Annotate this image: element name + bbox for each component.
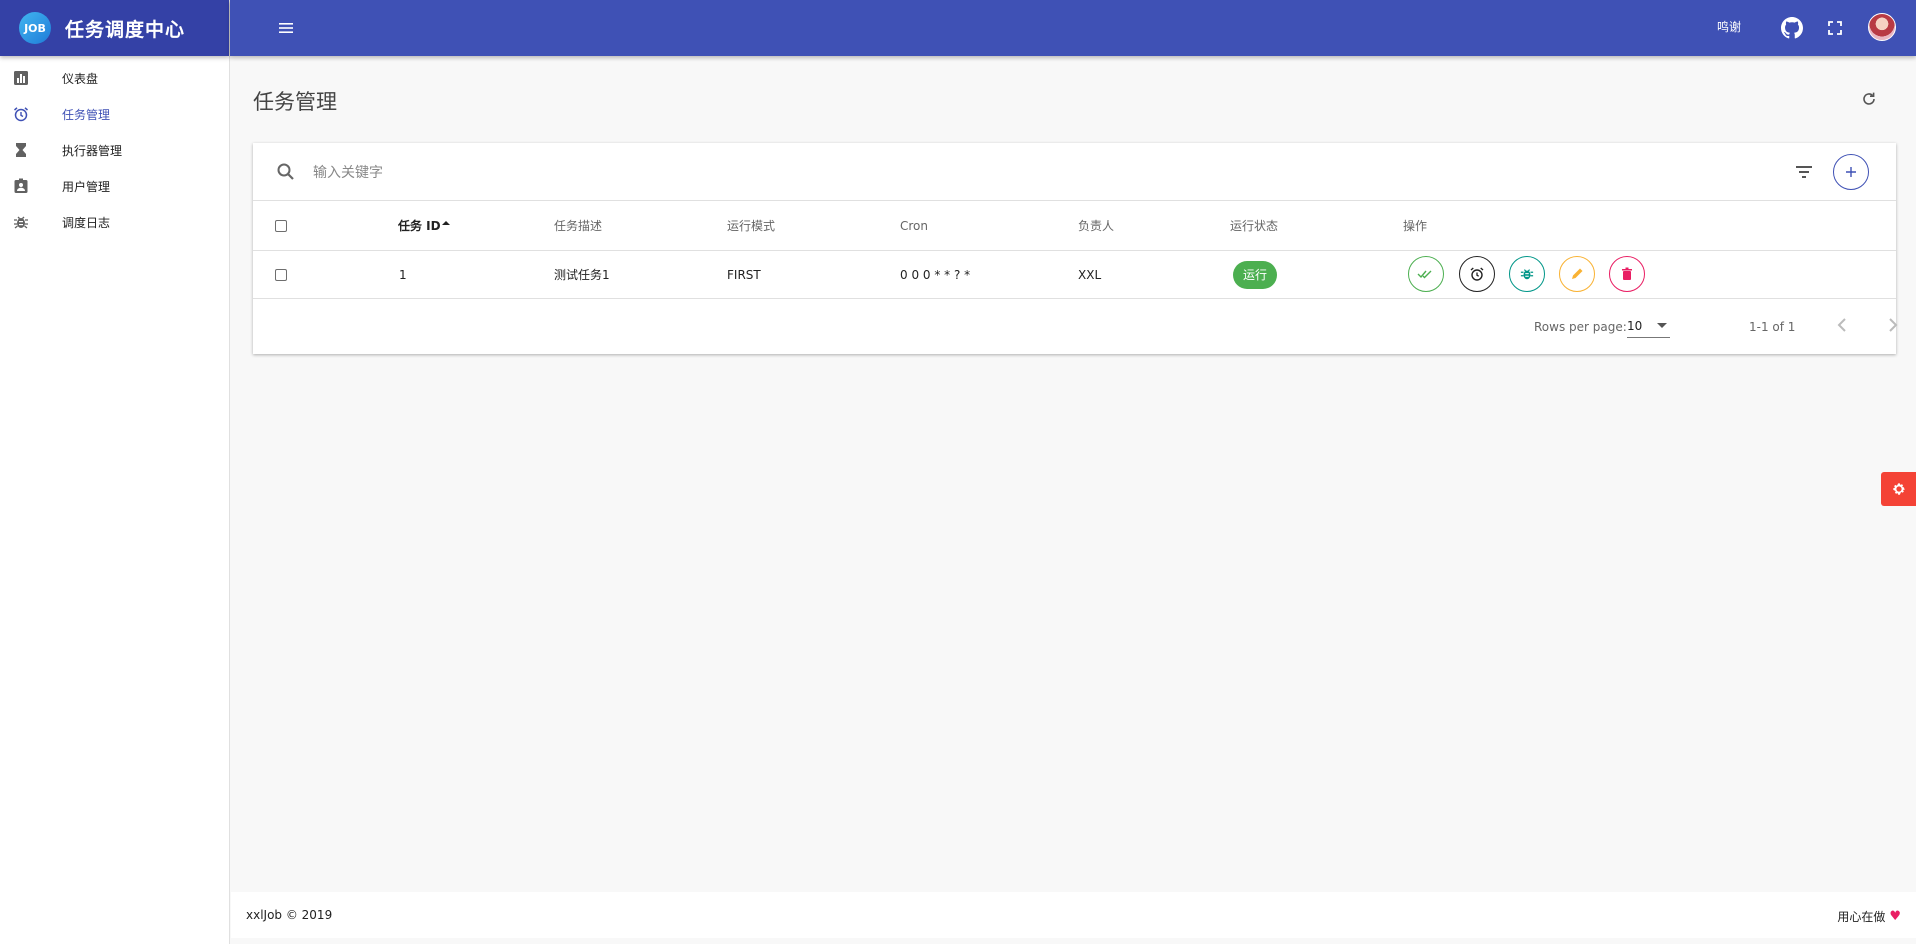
trigger-button[interactable] <box>1408 256 1444 292</box>
sidebar-item-dashboard[interactable]: 仪表盘 <box>0 60 229 96</box>
select-all-checkbox[interactable] <box>275 219 287 232</box>
sidebar-item-label: 调度日志 <box>62 215 111 230</box>
search-input[interactable] <box>313 157 1413 187</box>
user-avatar[interactable] <box>1868 13 1896 41</box>
chevron-right-icon <box>1889 318 1898 332</box>
sidebar-item-label: 用户管理 <box>62 179 111 194</box>
jobs-table-card: 任务 ID 任务描述 运行模式 Cron 负责人 运行状态 操作 1 测试任务1… <box>253 143 1898 354</box>
chevron-left-icon <box>1837 318 1846 332</box>
pagination: Rows per page: 10 1-1 of 1 <box>253 299 1898 354</box>
sidebar-item-label: 任务管理 <box>62 107 111 122</box>
prev-page-button[interactable] <box>1830 313 1854 337</box>
sidebar-item-label: 执行器管理 <box>62 143 123 158</box>
cell-owner: XXL <box>1078 267 1102 282</box>
rows-per-page-label: Rows per page: <box>1534 320 1627 334</box>
filter-icon[interactable] <box>1793 161 1815 183</box>
table-toolbar <box>253 143 1896 201</box>
select-all-checkbox-cell <box>275 201 287 250</box>
add-job-button[interactable] <box>1833 154 1869 190</box>
main-content: 任务管理 任务 ID <box>231 56 1916 892</box>
bar-chart-icon <box>13 70 29 86</box>
column-header-owner[interactable]: 负责人 <box>1078 201 1114 250</box>
pencil-icon <box>1572 268 1583 279</box>
column-header-mode[interactable]: 运行模式 <box>727 201 775 250</box>
gear-icon <box>1892 483 1905 495</box>
sidebar: JOB 任务调度中心 仪表盘 任务管理 执行器管理 用户管理 调度日志 <box>0 0 230 944</box>
hourglass-icon <box>13 142 29 158</box>
delete-button[interactable] <box>1609 256 1645 292</box>
alarm-icon <box>1470 267 1484 281</box>
acknowledgements-link[interactable]: 鸣谢 <box>1717 18 1741 35</box>
edit-button[interactable] <box>1559 256 1595 292</box>
refresh-icon[interactable] <box>1859 89 1879 109</box>
fullscreen-icon[interactable] <box>1822 15 1848 41</box>
sidebar-item-jobs[interactable]: 任务管理 <box>0 96 229 132</box>
cell-cron: 0 0 0 * * ? * <box>900 267 971 282</box>
row-checkbox[interactable] <box>275 268 287 281</box>
bug-icon <box>1520 269 1534 280</box>
settings-fab[interactable] <box>1881 472 1916 506</box>
page-range: 1-1 of 1 <box>1749 320 1796 334</box>
table-header: 任务 ID 任务描述 运行模式 Cron 负责人 运行状态 操作 <box>253 201 1896 251</box>
jobs-table: 任务 ID 任务描述 运行模式 Cron 负责人 运行状态 操作 1 测试任务1… <box>253 201 1896 299</box>
trash-icon <box>1622 267 1632 280</box>
dropdown-arrow-icon <box>1657 323 1667 328</box>
plus-icon <box>1846 167 1856 177</box>
sort-asc-icon <box>441 221 450 225</box>
heart-icon: ♥ <box>1889 909 1901 924</box>
search-icon <box>275 161 297 183</box>
cell-id: 1 <box>399 267 407 282</box>
menu-icon[interactable] <box>276 18 296 38</box>
column-header-desc[interactable]: 任务描述 <box>554 201 602 250</box>
bug-icon <box>13 214 29 230</box>
next-page-button[interactable] <box>1881 313 1905 337</box>
column-header-actions: 操作 <box>1403 219 1428 233</box>
top-app-bar: 鸣谢 <box>230 0 1916 56</box>
cell-desc: 测试任务1 <box>554 268 610 282</box>
sidebar-item-label: 仪表盘 <box>62 71 99 86</box>
alarm-clock-icon <box>13 106 29 122</box>
sidebar-nav: 仪表盘 任务管理 执行器管理 用户管理 调度日志 <box>0 56 229 240</box>
schedule-button[interactable] <box>1459 256 1495 292</box>
rows-per-page-select[interactable]: 10 <box>1627 312 1670 338</box>
status-badge: 运行 <box>1233 260 1278 289</box>
app-title: 任务调度中心 <box>65 18 186 41</box>
rows-per-page-value: 10 <box>1627 319 1643 333</box>
column-header-status[interactable]: 运行状态 <box>1230 201 1278 250</box>
page-title: 任务管理 <box>253 90 337 114</box>
sidebar-item-executors[interactable]: 执行器管理 <box>0 132 229 168</box>
column-header-cron[interactable]: Cron <box>900 201 928 250</box>
debug-button[interactable] <box>1509 256 1545 292</box>
brand: JOB 任务调度中心 <box>0 0 229 56</box>
app-logo: JOB <box>19 12 51 44</box>
row-checkbox-cell <box>275 251 287 298</box>
sidebar-item-logs[interactable]: 调度日志 <box>0 204 229 240</box>
column-header-id[interactable]: 任务 ID <box>398 201 450 250</box>
cell-status: 运行 <box>1233 251 1278 298</box>
footer-tagline-text: 用心在做 <box>1837 910 1886 924</box>
table-row: 1 测试任务1 FIRST 0 0 0 * * ? * XXL 运行 <box>253 251 1896 299</box>
double-check-icon <box>1417 270 1432 279</box>
sidebar-item-users[interactable]: 用户管理 <box>0 168 229 204</box>
cell-mode: FIRST <box>727 267 761 282</box>
footer: xxlJob © 2019 用心在做 ♥ <box>231 892 1916 938</box>
copyright: xxlJob © 2019 <box>246 908 333 922</box>
contact-card-icon <box>13 178 29 194</box>
footer-tagline: 用心在做 ♥ <box>1837 908 1901 925</box>
github-icon[interactable] <box>1779 15 1805 41</box>
